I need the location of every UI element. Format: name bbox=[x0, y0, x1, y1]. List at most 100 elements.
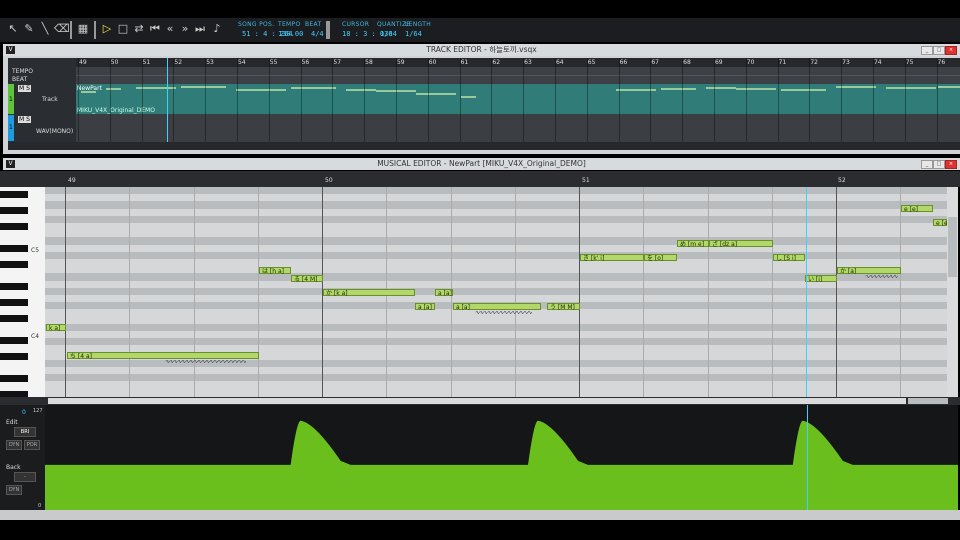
piano-roll-vscrollbar[interactable] bbox=[947, 187, 958, 397]
beat-line bbox=[129, 187, 131, 397]
track-editor-v-icon[interactable]: V bbox=[6, 46, 15, 54]
beat-line bbox=[707, 187, 709, 397]
piano-keyboard[interactable]: C5 C4 bbox=[0, 187, 45, 397]
black-key[interactable] bbox=[0, 191, 28, 198]
track-hscrollbar[interactable] bbox=[8, 142, 960, 150]
note-9[interactable]: き [k' i] bbox=[580, 254, 644, 262]
track-gridline bbox=[936, 58, 938, 142]
measure-51: 51 bbox=[582, 177, 590, 184]
track-measure-52: 52 bbox=[174, 59, 183, 66]
note-5[interactable]: a [a] bbox=[415, 303, 435, 311]
track-measure-73: 73 bbox=[842, 59, 850, 66]
metronome-icon[interactable]: ♪ bbox=[210, 22, 224, 36]
edit-por-button[interactable]: POR bbox=[24, 440, 40, 450]
loop-icon[interactable]: ⇄ bbox=[132, 22, 146, 36]
pencil-icon[interactable]: ✎ bbox=[22, 22, 36, 36]
quantize-select[interactable]: 1/64 bbox=[380, 30, 397, 38]
musical-ruler[interactable]: 49 50 51 52 bbox=[0, 171, 960, 187]
note-13[interactable]: し [S i] bbox=[773, 254, 805, 262]
black-key[interactable] bbox=[0, 353, 28, 360]
maximize-button[interactable]: □ bbox=[933, 46, 945, 55]
track-gridline bbox=[777, 58, 779, 142]
black-key[interactable] bbox=[0, 245, 28, 252]
minimize-button[interactable]: _ bbox=[921, 46, 933, 55]
black-key[interactable] bbox=[0, 315, 28, 322]
note-14[interactable]: い [i] bbox=[805, 275, 837, 283]
track-gridline bbox=[904, 58, 906, 142]
vscroll-thumb[interactable] bbox=[948, 217, 957, 277]
track-gridline bbox=[205, 58, 207, 142]
edit-dyn-button[interactable]: DYN bbox=[6, 440, 22, 450]
note-12[interactable]: ざ [dz a] bbox=[709, 240, 773, 248]
play-icon[interactable]: ▷ bbox=[100, 22, 114, 36]
tempo-label: TEMPO bbox=[278, 21, 301, 28]
musical-editor-v-icon[interactable]: V bbox=[6, 160, 15, 168]
black-key[interactable] bbox=[0, 337, 28, 344]
black-key[interactable] bbox=[0, 223, 28, 230]
track-gridline bbox=[491, 58, 493, 142]
note-10[interactable]: を [o] bbox=[644, 254, 677, 262]
note-7[interactable]: a [a] bbox=[453, 303, 541, 311]
stop-icon[interactable]: □ bbox=[116, 22, 130, 36]
track1-name[interactable]: Track bbox=[42, 96, 58, 103]
note-4[interactable]: か [k a] bbox=[323, 289, 415, 297]
track-measure-72: 72 bbox=[810, 59, 818, 66]
black-key[interactable] bbox=[0, 375, 28, 382]
track2-name[interactable]: WAV(MONO) bbox=[36, 128, 73, 135]
black-key[interactable] bbox=[0, 299, 28, 306]
track-gridline bbox=[268, 58, 270, 142]
rewind-icon[interactable]: ⏮ bbox=[148, 22, 162, 36]
piano-roll-hscrollbar[interactable] bbox=[0, 397, 960, 405]
track-measure-59: 59 bbox=[396, 59, 405, 66]
vibrato-mark: ∿∿∿∿∿∿∿∿∿∿∿∿∿∿∿∿∿∿∿∿ bbox=[165, 360, 247, 364]
measure-line bbox=[836, 187, 837, 397]
control-hscrollbar[interactable] bbox=[0, 510, 960, 520]
control-curve[interactable] bbox=[45, 405, 958, 510]
eraser-icon[interactable]: ⌫ bbox=[54, 22, 70, 36]
note-11[interactable]: め [m e] bbox=[677, 240, 709, 248]
tempo-value[interactable]: 130.00 bbox=[278, 30, 303, 38]
note-16[interactable]: e [e] bbox=[901, 205, 933, 213]
note-17[interactable]: e [e] bbox=[933, 219, 947, 227]
note-8[interactable]: う [M M] bbox=[547, 303, 580, 311]
edit-param-select[interactable]: BRI bbox=[14, 427, 36, 437]
note-1[interactable]: ち [4 a] bbox=[67, 352, 259, 360]
track-gridline bbox=[395, 58, 397, 142]
track-measure-69: 69 bbox=[714, 59, 723, 66]
length-select[interactable]: 1/64 bbox=[405, 30, 422, 38]
pointer-icon[interactable]: ↖ bbox=[6, 22, 20, 36]
track-playhead[interactable] bbox=[167, 58, 168, 142]
vibrato-mark: ∿∿∿∿∿∿∿∿∿∿∿∿∿∿ bbox=[475, 311, 532, 315]
maximize-button[interactable]: □ bbox=[933, 160, 945, 169]
beat-row-label: BEAT bbox=[12, 76, 28, 83]
note-6[interactable]: a [a] bbox=[435, 289, 453, 297]
forward-icon[interactable]: » bbox=[178, 22, 192, 36]
back-param-select[interactable]: - bbox=[14, 472, 36, 482]
track1-mute-solo[interactable]: M S bbox=[18, 85, 31, 92]
close-button[interactable]: × bbox=[945, 46, 957, 55]
note-2[interactable]: は [h a] bbox=[259, 267, 291, 275]
piano-roll-grid[interactable]: k a] ち [4 a] ∿∿∿∿∿∿∿∿∿∿∿∿∿∿∿∿∿∿∿∿ は [h a… bbox=[45, 187, 947, 397]
note-3[interactable]: る [4 M] bbox=[291, 275, 323, 283]
black-key[interactable] bbox=[0, 207, 28, 214]
fast-forward-icon[interactable]: ⏭ bbox=[193, 22, 207, 36]
black-key[interactable] bbox=[0, 261, 28, 268]
track-gridline bbox=[78, 58, 79, 142]
editor-playhead[interactable] bbox=[806, 187, 807, 397]
note-0[interactable]: k a] bbox=[46, 324, 66, 332]
control-track-graph[interactable] bbox=[45, 405, 958, 510]
note-15[interactable]: か [a] bbox=[837, 267, 901, 275]
hscroll-track[interactable] bbox=[48, 398, 906, 404]
close-button[interactable]: × bbox=[945, 160, 957, 169]
back-dyn-button[interactable]: DYN bbox=[6, 485, 22, 495]
grid-icon[interactable]: ▦ bbox=[76, 22, 90, 36]
line-icon[interactable]: ╲ bbox=[38, 22, 52, 36]
zoom-slider[interactable] bbox=[908, 398, 948, 404]
track2-mute-solo[interactable]: M S bbox=[18, 116, 31, 123]
black-key[interactable] bbox=[0, 283, 28, 290]
minimize-button[interactable]: _ bbox=[921, 160, 933, 169]
control-min-value: 0 bbox=[38, 503, 42, 509]
beat-value[interactable]: 4/4 bbox=[311, 30, 324, 38]
back-icon[interactable]: « bbox=[163, 22, 177, 36]
track-gridline bbox=[809, 58, 811, 142]
